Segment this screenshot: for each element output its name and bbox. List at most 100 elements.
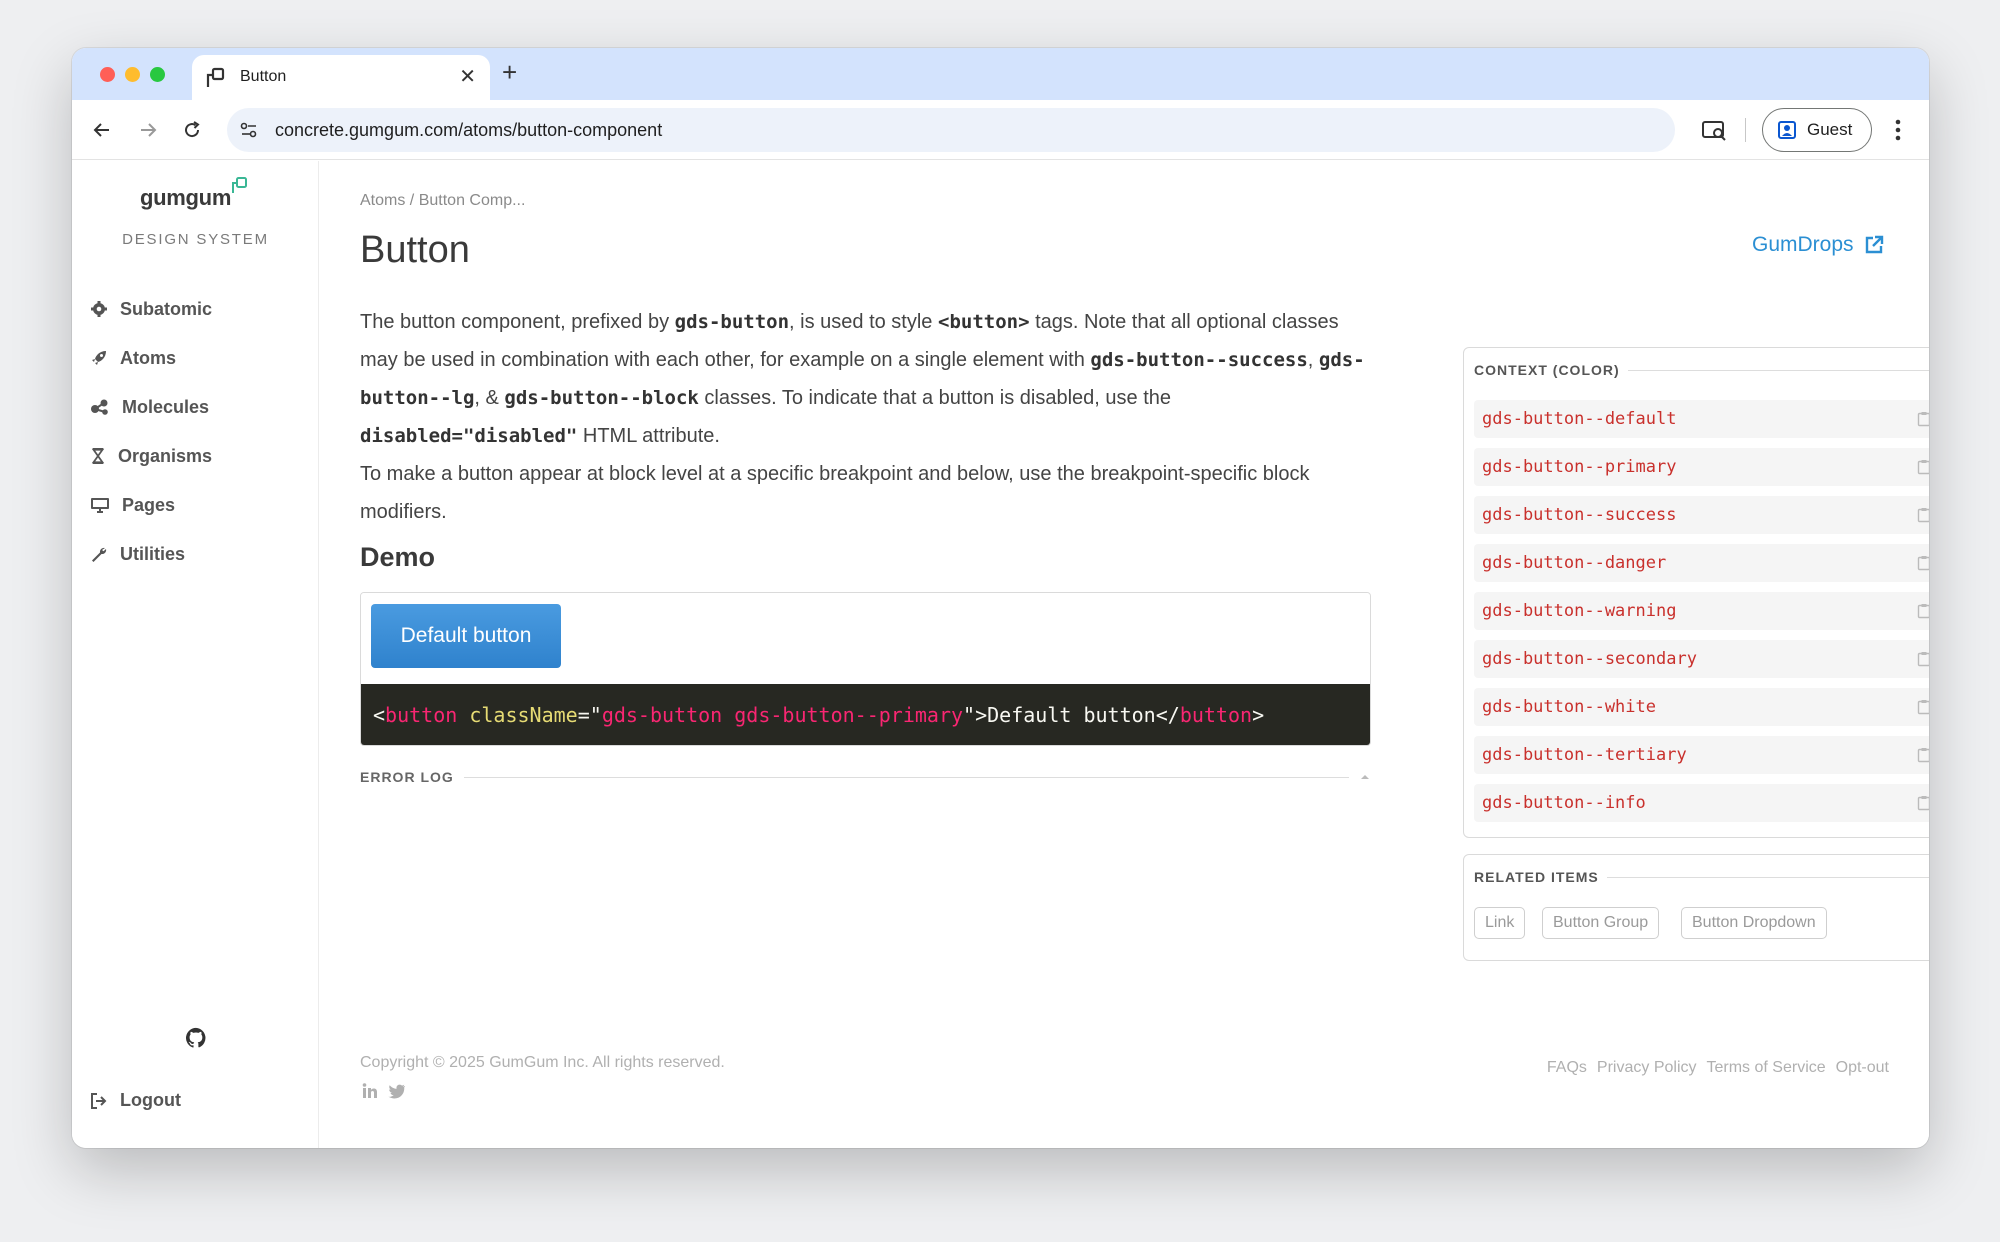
wrench-icon bbox=[92, 547, 107, 562]
default-button-demo[interactable]: Default button bbox=[371, 604, 561, 668]
code-token: className bbox=[469, 703, 578, 727]
clipboard-icon[interactable] bbox=[1917, 507, 1929, 523]
clipboard-icon[interactable] bbox=[1917, 459, 1929, 475]
minimize-window-button[interactable] bbox=[125, 67, 140, 82]
gumgum-logo[interactable]: gumgum bbox=[140, 185, 231, 211]
sidebar-item-subatomic[interactable]: Subatomic bbox=[90, 295, 212, 323]
footer-links: FAQs Privacy Policy Terms of Service Opt… bbox=[1547, 1059, 1889, 1077]
sidebar-item-organisms[interactable]: Organisms bbox=[90, 442, 212, 470]
reload-button[interactable] bbox=[176, 114, 208, 146]
context-class-item[interactable]: gds-button--danger bbox=[1474, 544, 1929, 582]
hourglass-icon bbox=[91, 448, 105, 464]
clipboard-icon[interactable] bbox=[1917, 747, 1929, 763]
sidebar-item-label: Organisms bbox=[118, 445, 213, 466]
sidebar-item-label: Utilities bbox=[120, 543, 186, 564]
logout-label: Logout bbox=[120, 1090, 181, 1110]
code-snippet[interactable]: <button className="gds-button gds-button… bbox=[361, 684, 1370, 745]
external-link-icon bbox=[1865, 235, 1883, 254]
rocket-icon bbox=[92, 351, 106, 365]
context-color-panel: CONTEXT (COLOR) gds-button--default gds-b… bbox=[1463, 347, 1929, 838]
breadcrumb-atoms[interactable]: Atoms bbox=[360, 192, 405, 209]
context-class-name: gds-button--success bbox=[1482, 505, 1677, 525]
twitter-icon[interactable] bbox=[388, 1082, 406, 1100]
desc-text: HTML attribute. bbox=[577, 425, 720, 447]
logout-button[interactable]: Logout bbox=[90, 1090, 181, 1111]
code-token: < bbox=[373, 703, 386, 727]
sign-out-icon bbox=[91, 1092, 107, 1109]
clipboard-icon[interactable] bbox=[1917, 795, 1929, 811]
description-paragraph-2: To make a button appear at block level a… bbox=[360, 463, 1310, 523]
back-button[interactable] bbox=[86, 114, 118, 146]
context-class-name: gds-button--default bbox=[1482, 409, 1677, 429]
clipboard-icon[interactable] bbox=[1917, 555, 1929, 571]
browser-tab[interactable]: Button ✕ bbox=[192, 55, 490, 100]
context-class-item[interactable]: gds-button--secondary bbox=[1474, 640, 1929, 678]
context-class-item[interactable]: gds-button--primary bbox=[1474, 448, 1929, 486]
related-chip-button-dropdown[interactable]: Button Dropdown bbox=[1681, 907, 1827, 939]
main-content: Atoms / Button Comp... Button GumDrops T… bbox=[320, 161, 1929, 1148]
context-class-name: gds-button--primary bbox=[1482, 457, 1677, 477]
profile-button[interactable]: Guest bbox=[1762, 108, 1872, 152]
related-chip-button-group[interactable]: Button Group bbox=[1542, 907, 1660, 939]
footer-link-opt-out[interactable]: Opt-out bbox=[1836, 1059, 1889, 1077]
person-icon bbox=[1778, 121, 1796, 139]
new-tab-button[interactable]: + bbox=[502, 58, 517, 86]
desc-text: , is used to style bbox=[789, 311, 938, 333]
copyright-text: Copyright © 2025 GumGum Inc. All rights … bbox=[360, 1054, 725, 1071]
error-log-toggle[interactable]: ERROR LOG bbox=[360, 767, 1371, 787]
footer-link-privacy[interactable]: Privacy Policy bbox=[1597, 1059, 1697, 1077]
code-token: =" bbox=[577, 703, 602, 727]
code-token: button bbox=[385, 703, 458, 727]
arrow-right-icon bbox=[141, 123, 157, 137]
clipboard-icon[interactable] bbox=[1917, 411, 1929, 427]
context-class-name: gds-button--tertiary bbox=[1482, 745, 1687, 765]
browser-window: Button ✕ + concrete.gumgum.com/atoms/but… bbox=[72, 48, 1929, 1148]
context-class-item[interactable]: gds-button--info bbox=[1474, 784, 1929, 822]
clipboard-icon[interactable] bbox=[1917, 603, 1929, 619]
footer-link-terms[interactable]: Terms of Service bbox=[1707, 1059, 1826, 1077]
sidebar-item-molecules[interactable]: Molecules bbox=[90, 393, 209, 421]
search-tabs-icon[interactable] bbox=[1700, 116, 1728, 144]
desc-text: , & bbox=[474, 387, 505, 409]
description-paragraph-1: The button component, prefixed by gds-bu… bbox=[360, 303, 1370, 455]
tab-close-icon[interactable]: ✕ bbox=[459, 65, 476, 89]
address-bar[interactable]: concrete.gumgum.com/atoms/button-compone… bbox=[227, 108, 1675, 152]
desc-text: The button component, prefixed by bbox=[360, 311, 675, 333]
clipboard-icon[interactable] bbox=[1917, 651, 1929, 667]
context-class-item[interactable]: gds-button--tertiary bbox=[1474, 736, 1929, 774]
sidebar-item-utilities[interactable]: Utilities bbox=[90, 540, 185, 568]
more-vertical-icon[interactable] bbox=[1890, 116, 1906, 144]
linkedin-icon[interactable] bbox=[361, 1082, 379, 1100]
desc-code: gds-button bbox=[674, 311, 790, 333]
forward-button[interactable] bbox=[132, 114, 164, 146]
context-panel-title: CONTEXT (COLOR) bbox=[1474, 362, 1620, 378]
demo-stage: Default button bbox=[361, 593, 1370, 684]
close-window-button[interactable] bbox=[100, 67, 115, 82]
desc-code: disabled="disabled" bbox=[360, 425, 578, 447]
sidebar-item-atoms[interactable]: Atoms bbox=[90, 344, 176, 372]
profile-label: Guest bbox=[1807, 120, 1853, 139]
page-title: Button bbox=[360, 229, 470, 271]
context-class-item[interactable]: gds-button--warning bbox=[1474, 592, 1929, 630]
context-panel-header: CONTEXT (COLOR) bbox=[1474, 362, 1929, 378]
component-description: The button component, prefixed by gds-bu… bbox=[360, 303, 1370, 531]
maximize-window-button[interactable] bbox=[150, 67, 165, 82]
context-class-item[interactable]: gds-button--default bbox=[1474, 400, 1929, 438]
breadcrumb-current: Button Comp... bbox=[418, 192, 526, 209]
sidebar-item-pages[interactable]: Pages bbox=[90, 491, 175, 519]
sidebar: gumgum DESIGN SYSTEM Subatomic Atoms Mol… bbox=[72, 161, 319, 1148]
code-token: gds-button gds-button--primary bbox=[601, 703, 964, 727]
related-items-panel: RELATED ITEMS Link Button Group Button D… bbox=[1463, 854, 1929, 961]
context-class-name: gds-button--warning bbox=[1482, 601, 1677, 621]
reload-icon bbox=[185, 121, 200, 138]
context-class-item[interactable]: gds-button--success bbox=[1474, 496, 1929, 534]
desc-code: <button> bbox=[938, 311, 1030, 333]
sidebar-item-label: Pages bbox=[122, 494, 176, 515]
related-chip-link[interactable]: Link bbox=[1474, 907, 1526, 939]
footer-link-faqs[interactable]: FAQs bbox=[1547, 1059, 1587, 1077]
clipboard-icon[interactable] bbox=[1917, 699, 1929, 715]
context-class-item[interactable]: gds-button--white bbox=[1474, 688, 1929, 726]
site-settings-icon[interactable] bbox=[239, 120, 259, 140]
github-icon[interactable] bbox=[185, 1027, 207, 1049]
gumdrops-link[interactable]: GumDrops bbox=[1752, 233, 1884, 257]
